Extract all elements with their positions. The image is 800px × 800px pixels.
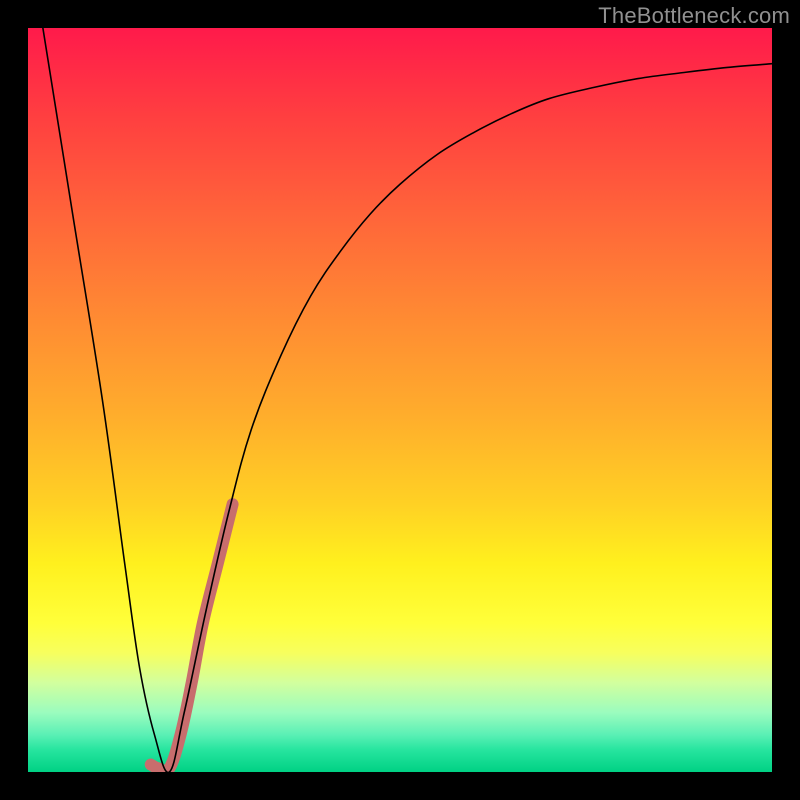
black-curve-series	[43, 28, 772, 772]
watermark-text: TheBottleneck.com	[598, 3, 790, 29]
chart-svg	[28, 28, 772, 772]
plot-area	[28, 28, 772, 772]
chart-frame: TheBottleneck.com	[0, 0, 800, 800]
pink-highlight-series	[151, 504, 233, 771]
